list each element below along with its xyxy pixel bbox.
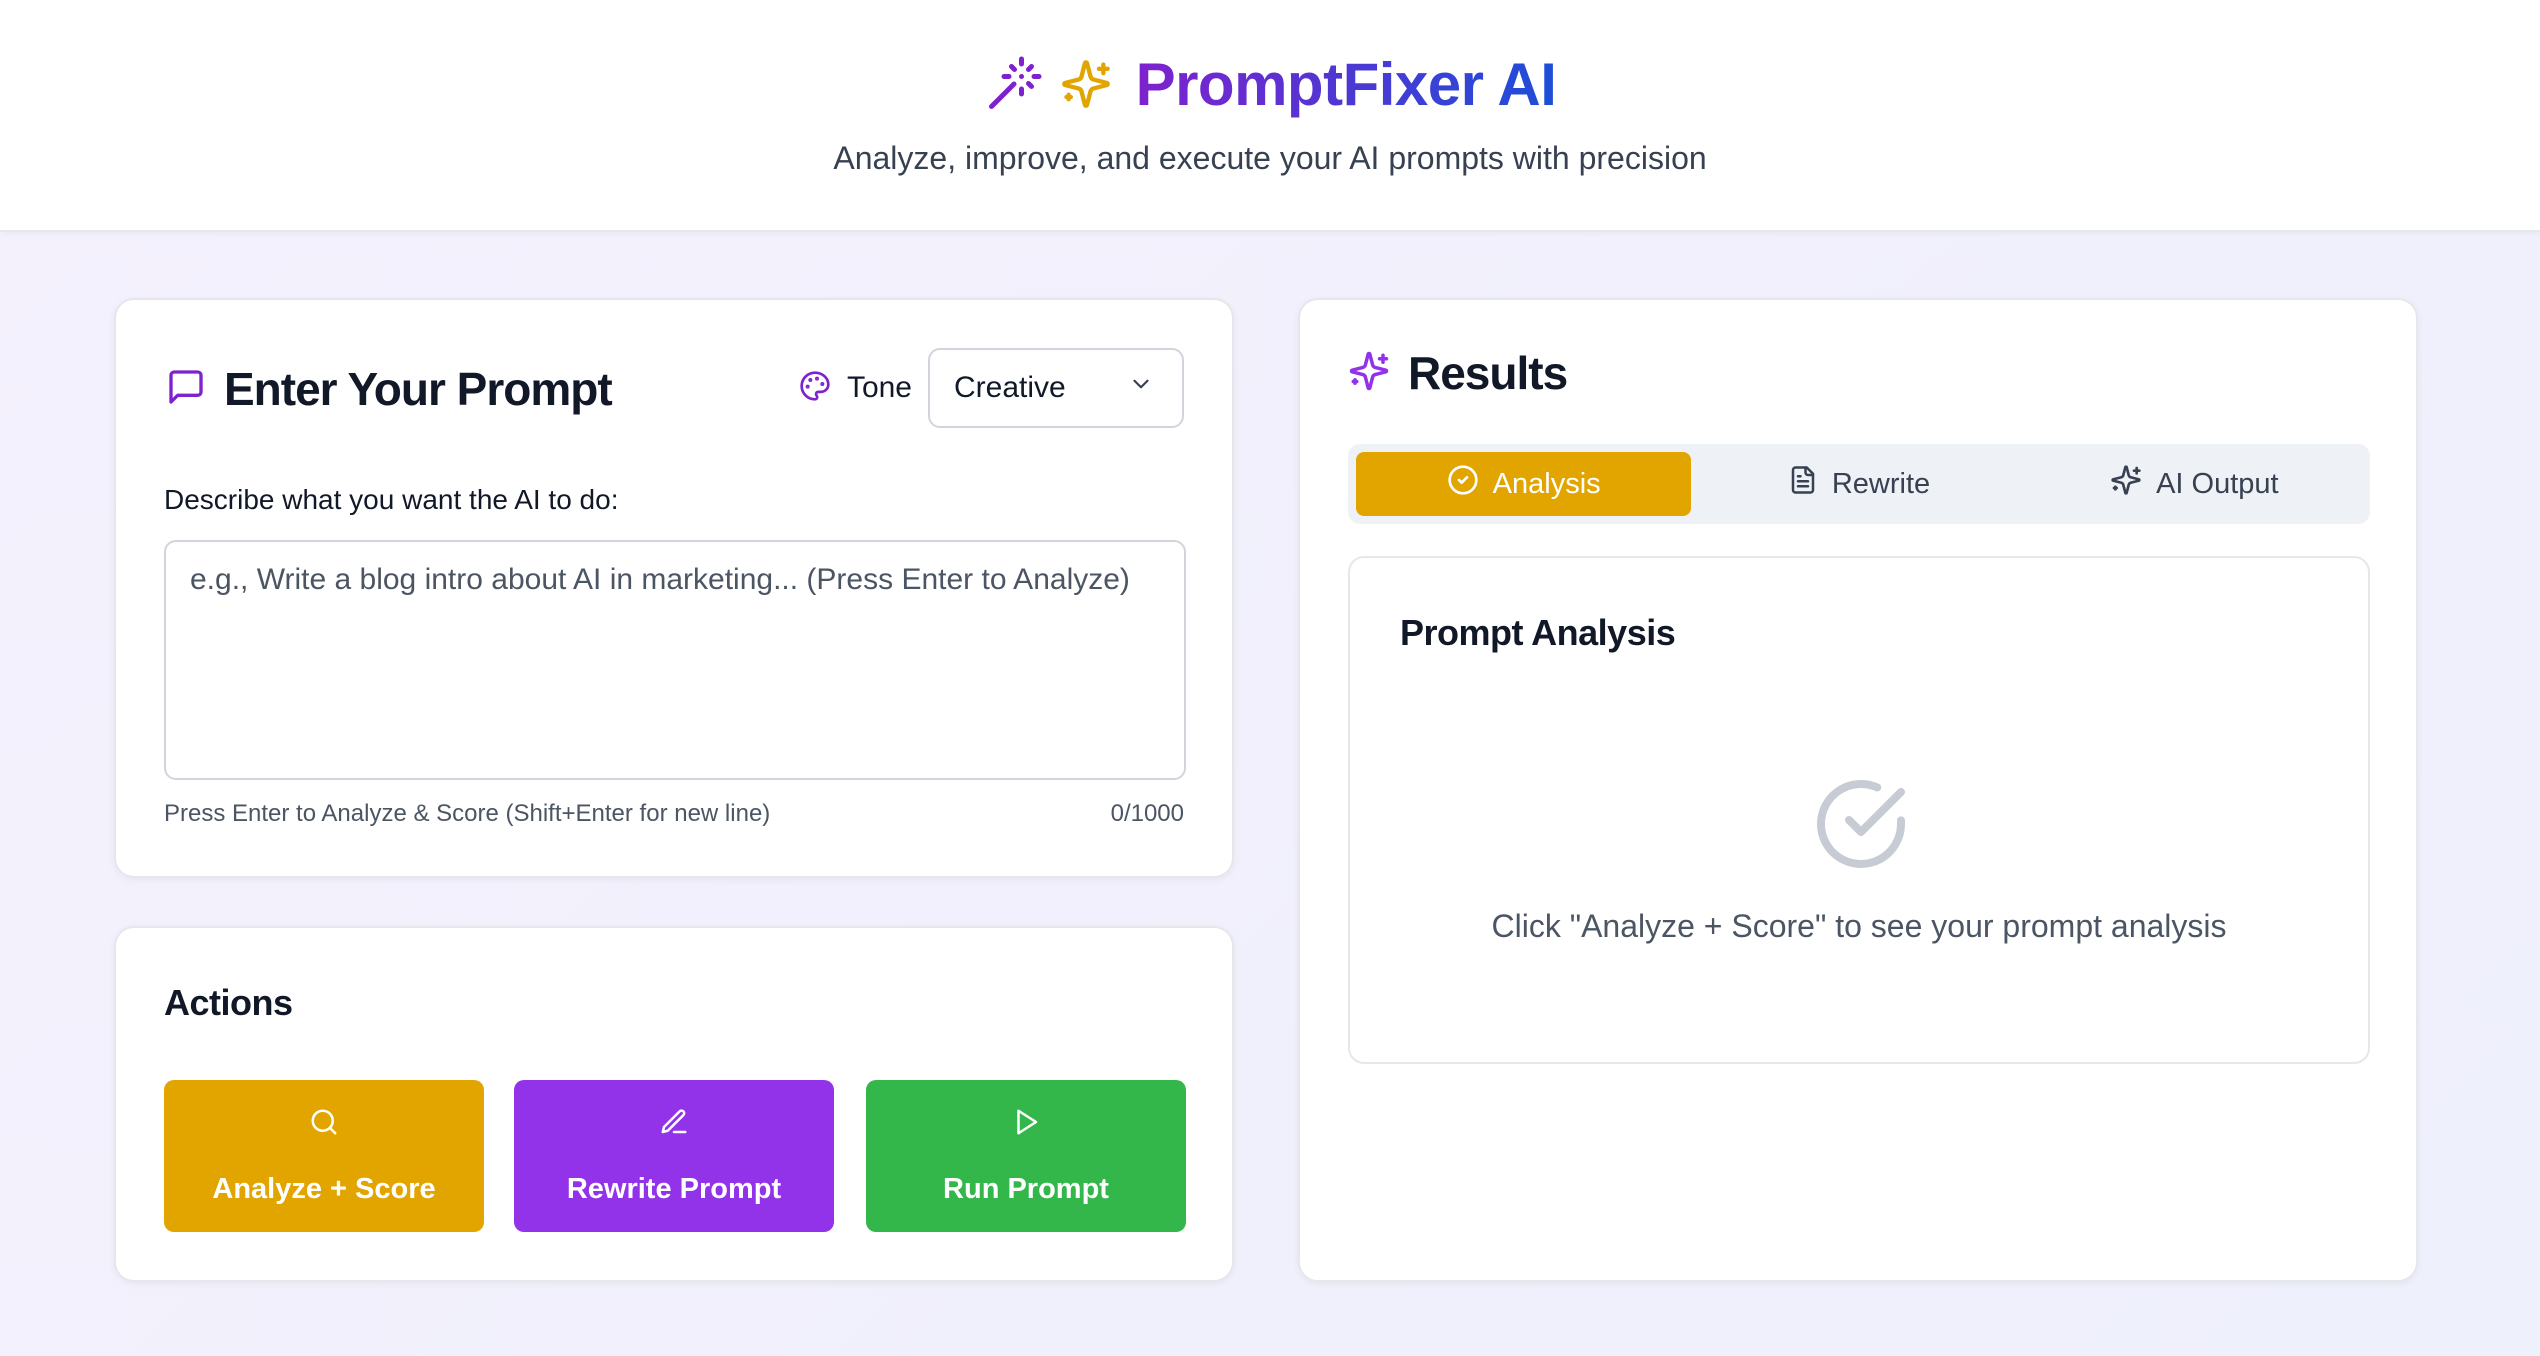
analyze-score-label: Analyze + Score <box>212 1172 436 1205</box>
play-icon <box>1011 1107 1041 1145</box>
tone-select[interactable]: Creative <box>928 348 1184 428</box>
tab-analysis[interactable]: Analysis <box>1356 452 1692 516</box>
prompt-card-title: Enter Your Prompt <box>224 363 613 415</box>
magic-wand-icon <box>984 54 1044 114</box>
palette-icon <box>799 370 831 407</box>
document-icon <box>1788 465 1818 503</box>
tone-control: Tone Creative <box>799 348 1184 428</box>
rewrite-prompt-label: Rewrite Prompt <box>566 1172 782 1205</box>
empty-state-message: Click "Analyze + Score" to see your prom… <box>1491 908 2227 944</box>
actions-card-title: Actions <box>164 982 293 1023</box>
app-header: PromptFixer AI Analyze, improve, and exe… <box>0 0 2540 232</box>
tab-rewrite-label: Rewrite <box>1831 467 1931 500</box>
brand: PromptFixer AI <box>0 48 2540 120</box>
prompt-card: Enter Your Prompt Tone Creative Describe… <box>114 298 1234 878</box>
sparkles-icon <box>1060 58 1112 110</box>
results-card-title: Results <box>1408 347 1568 399</box>
prompt-textarea[interactable] <box>164 540 1186 780</box>
analysis-panel: Prompt Analysis Click "Analyze + Score" … <box>1348 556 2370 1064</box>
prompt-hint: Press Enter to Analyze & Score (Shift+En… <box>164 800 771 827</box>
check-circle-icon <box>1813 776 1909 877</box>
app-subtitle: Analyze, improve, and execute your AI pr… <box>833 140 1707 176</box>
tone-select-value: Creative <box>954 371 1066 404</box>
run-prompt-label: Run Prompt <box>943 1172 1109 1205</box>
sparkles-icon <box>2110 464 2142 504</box>
tab-analysis-label: Analysis <box>1492 467 1601 500</box>
results-card-header: Results <box>1348 346 1568 400</box>
tone-label: Tone <box>846 371 912 404</box>
prompt-field-label: Describe what you want the AI to do: <box>164 484 619 515</box>
search-icon <box>309 1107 339 1145</box>
results-tabs: Analysis Rewrite AI Output <box>1348 444 2370 524</box>
actions-card: Actions Analyze + Score Rewrite Prompt R… <box>114 926 1234 1282</box>
pencil-icon <box>659 1107 689 1145</box>
results-card: Results Analysis Rewrite AI Output Promp… <box>1298 298 2418 1282</box>
rewrite-prompt-button[interactable]: Rewrite Prompt <box>514 1080 834 1232</box>
app-title: PromptFixer AI <box>1135 50 1557 118</box>
char-counter: 0/1000 <box>1110 800 1184 827</box>
tab-ai-output-label: AI Output <box>2156 467 2279 500</box>
panel-title: Prompt Analysis <box>1400 612 1676 653</box>
prompt-card-header: Enter Your Prompt <box>166 362 613 416</box>
chevron-down-icon <box>1128 371 1154 405</box>
run-prompt-button[interactable]: Run Prompt <box>866 1080 1186 1232</box>
message-square-icon <box>166 367 206 412</box>
tab-rewrite[interactable]: Rewrite <box>1691 452 2026 516</box>
tab-ai-output[interactable]: AI Output <box>2027 452 2362 516</box>
check-circle-icon <box>1447 464 1479 504</box>
sparkles-icon <box>1348 350 1390 397</box>
analyze-score-button[interactable]: Analyze + Score <box>164 1080 484 1232</box>
